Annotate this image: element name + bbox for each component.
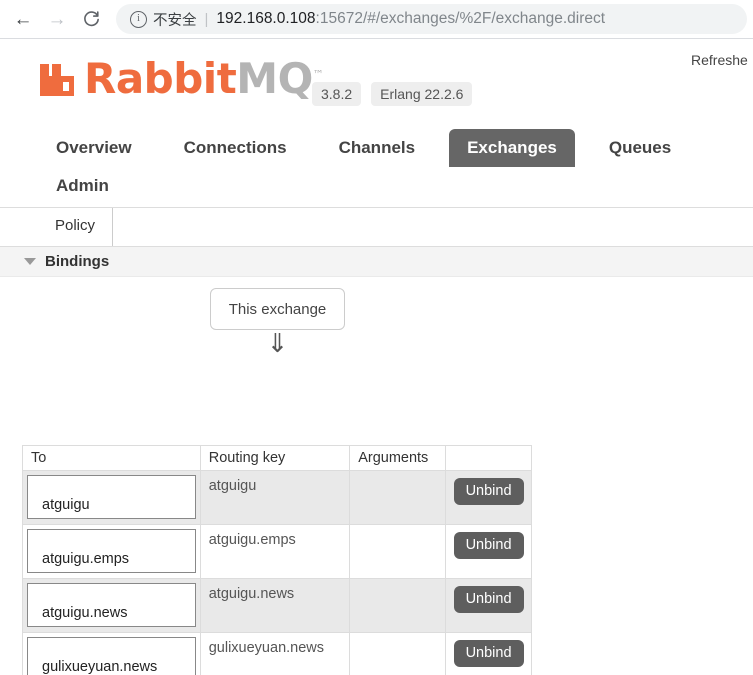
logo-rabbit-text: Rabbit <box>84 54 237 103</box>
rabbit-logo-icon <box>38 54 80 100</box>
nav-row-secondary: Admin <box>38 167 753 205</box>
bindings-diagram: This exchange ⇓ <box>0 277 753 367</box>
tab-overview[interactable]: Overview <box>38 129 150 167</box>
tab-admin[interactable]: Admin <box>38 167 127 205</box>
rabbitmq-logo[interactable]: RabbitMQ™ <box>38 54 324 103</box>
flow-down-arrow-icon: ⇓ <box>266 329 289 359</box>
cell-routing-key: gulixueyuan.news <box>199 632 351 675</box>
bindings-section-header[interactable]: Bindings <box>0 247 753 277</box>
main-navigation: Overview Connections Channels Exchanges Queu… <box>0 129 753 205</box>
tab-connections[interactable]: Connections <box>166 129 305 167</box>
column-header-actions <box>445 445 532 471</box>
arguments-value <box>350 579 445 586</box>
cell-arguments <box>349 470 447 525</box>
unbind-wrapper: Unbind <box>446 471 531 505</box>
cell-arguments <box>349 632 447 675</box>
column-header-arguments: Arguments <box>349 445 447 471</box>
queue-link[interactable]: atguigu.emps <box>27 529 196 573</box>
rabbitmq-version-badge: 3.8.2 <box>312 82 362 106</box>
refresh-status: Refreshe <box>691 52 748 68</box>
version-badges: 3.8.2 Erlang 22.2.6 <box>312 82 473 106</box>
queue-link[interactable]: atguigu <box>27 475 196 519</box>
omnibox-separator: | <box>204 10 209 28</box>
page-root: ← → i 不安全 | 192.168.0.108 :15672/#/excha… <box>0 0 753 675</box>
unbind-button[interactable]: Unbind <box>453 532 524 559</box>
cell-actions: Unbind <box>445 632 532 675</box>
policy-divider <box>112 208 113 246</box>
cell-to: gulixueyuan.news <box>22 632 201 675</box>
queue-link[interactable]: gulixueyuan.news <box>27 637 196 675</box>
cell-actions: Unbind <box>445 578 532 633</box>
arguments-value <box>350 471 445 478</box>
back-button[interactable]: ← <box>6 4 40 34</box>
logo-tm-mark: ™ <box>312 68 324 81</box>
cell-arguments <box>349 578 447 633</box>
column-header-to: To <box>22 445 201 471</box>
nav-row-primary: Overview Connections Channels Exchanges Queu… <box>38 129 753 167</box>
rabbitmq-page: RabbitMQ™ 3.8.2 Erlang 22.2.6 Refreshe O… <box>0 39 753 675</box>
app-header: RabbitMQ™ 3.8.2 Erlang 22.2.6 Refreshe <box>0 39 753 129</box>
unbind-button[interactable]: Unbind <box>453 640 524 667</box>
arguments-value <box>350 525 445 532</box>
browser-toolbar: ← → i 不安全 | 192.168.0.108 :15672/#/excha… <box>0 0 753 38</box>
tab-queues[interactable]: Queues <box>591 129 689 167</box>
triangle-down-icon[interactable] <box>24 258 36 265</box>
policy-label: Policy <box>55 217 96 234</box>
routing-key-value: atguigu.emps <box>208 532 296 548</box>
forward-button[interactable]: → <box>40 4 74 34</box>
info-circle-icon[interactable]: i <box>130 10 147 28</box>
address-bar[interactable]: i 不安全 | 192.168.0.108 :15672/#/exchanges… <box>116 4 747 34</box>
arguments-value <box>350 633 445 640</box>
reload-button[interactable] <box>74 4 108 34</box>
unbind-button[interactable]: Unbind <box>453 586 524 613</box>
security-label: 不安全 <box>153 12 197 29</box>
routing-key-value: gulixueyuan.news <box>208 640 325 656</box>
logo-wordmark: RabbitMQ™ <box>84 54 324 103</box>
table-row: atguigu.news atguigu.news Unbind <box>22 578 532 633</box>
cell-actions: Unbind <box>445 524 532 579</box>
unbind-wrapper: Unbind <box>446 525 531 559</box>
url-path: :15672/#/exchanges/%2F/exchange.direct <box>315 10 606 27</box>
arrow-left-icon: ← <box>13 8 33 30</box>
reload-icon <box>83 10 99 26</box>
tab-exchanges[interactable]: Exchanges <box>449 129 575 167</box>
table-row: atguigu.emps atguigu.emps Unbind <box>22 524 532 579</box>
arrow-right-icon: → <box>47 8 67 30</box>
unbind-button[interactable]: Unbind <box>453 478 524 505</box>
policy-bar: Policy <box>0 208 753 247</box>
cell-arguments <box>349 524 447 579</box>
table-row: atguigu atguigu Unbind <box>22 470 532 525</box>
bindings-title: Bindings <box>45 253 110 270</box>
table-row: gulixueyuan.news gulixueyuan.news Unbind <box>22 632 532 675</box>
cell-to: atguigu.news <box>22 578 201 633</box>
url-host: 192.168.0.108 <box>216 10 316 27</box>
cell-routing-key: atguigu <box>199 470 351 525</box>
erlang-version-badge: Erlang 22.2.6 <box>371 82 473 106</box>
bindings-table: To Routing key Arguments atguigu atguigu <box>22 445 532 675</box>
column-header-routing-key: Routing key <box>199 445 351 471</box>
unbind-wrapper: Unbind <box>446 633 531 667</box>
table-header-row: To Routing key Arguments <box>22 445 532 471</box>
queue-link[interactable]: atguigu.news <box>27 583 196 627</box>
cell-to: atguigu <box>22 470 201 525</box>
cell-actions: Unbind <box>445 470 532 525</box>
cell-routing-key: atguigu.news <box>199 578 351 633</box>
routing-key-value: atguigu.news <box>208 586 295 602</box>
unbind-wrapper: Unbind <box>446 579 531 613</box>
this-exchange-box: This exchange <box>210 288 345 330</box>
tab-channels[interactable]: Channels <box>321 129 434 167</box>
routing-key-value: atguigu <box>208 478 257 494</box>
logo-mq-text: MQ <box>236 54 313 103</box>
cell-routing-key: atguigu.emps <box>199 524 351 579</box>
cell-to: atguigu.emps <box>22 524 201 579</box>
